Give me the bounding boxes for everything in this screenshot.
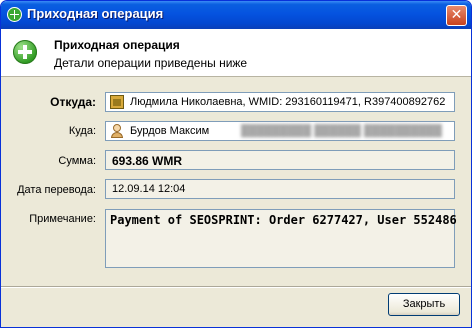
to-field[interactable]: Бурдов Максим █████████ ██████ █████████…	[105, 121, 455, 141]
dialog-window: Приходная операция ✕ Приходная операция …	[0, 0, 472, 328]
amount-field: 693.86 WMR	[105, 150, 455, 170]
to-label: Куда:	[68, 125, 96, 137]
header-title: Приходная операция	[54, 38, 180, 52]
window-title: Приходная операция	[27, 6, 164, 21]
user-icon	[111, 124, 123, 138]
date-label: Дата перевода:	[17, 184, 96, 196]
from-field[interactable]: Людмила Николаевна, WMID: 293160119471, …	[105, 92, 455, 112]
window-close-button[interactable]: ✕	[446, 5, 467, 26]
header-subtitle: Детали операции приведены ниже	[54, 56, 248, 70]
from-value: Людмила Николаевна, WMID: 293160119471, …	[130, 96, 446, 108]
wallet-icon	[110, 95, 124, 109]
amount-label: Сумма:	[58, 155, 96, 167]
note-field[interactable]: Payment of SEOSPRINT: Order 6277427, Use…	[105, 209, 457, 268]
note-label: Примечание:	[29, 213, 96, 225]
app-plus-icon	[7, 7, 22, 22]
title-bar[interactable]: Приходная операция ✕	[1, 1, 471, 29]
dialog-header: Приходная операция Детали операции приве…	[1, 29, 471, 77]
date-field: 12.09.14 12:04	[105, 179, 455, 199]
footer-divider	[1, 286, 471, 287]
date-value: 12.09.14 12:04	[112, 183, 186, 195]
amount-value: 693.86 WMR	[112, 154, 183, 168]
redacted-text: █████████ ██████ ██████████	[241, 125, 442, 137]
from-label: Откуда:	[50, 95, 96, 109]
incoming-plus-icon	[13, 40, 37, 64]
close-icon: ✕	[450, 7, 463, 23]
close-button[interactable]: Закрыть	[388, 293, 460, 316]
to-value: Бурдов Максим	[130, 125, 210, 137]
note-value: Payment of SEOSPRINT: Order 6277427, Use…	[110, 213, 457, 227]
